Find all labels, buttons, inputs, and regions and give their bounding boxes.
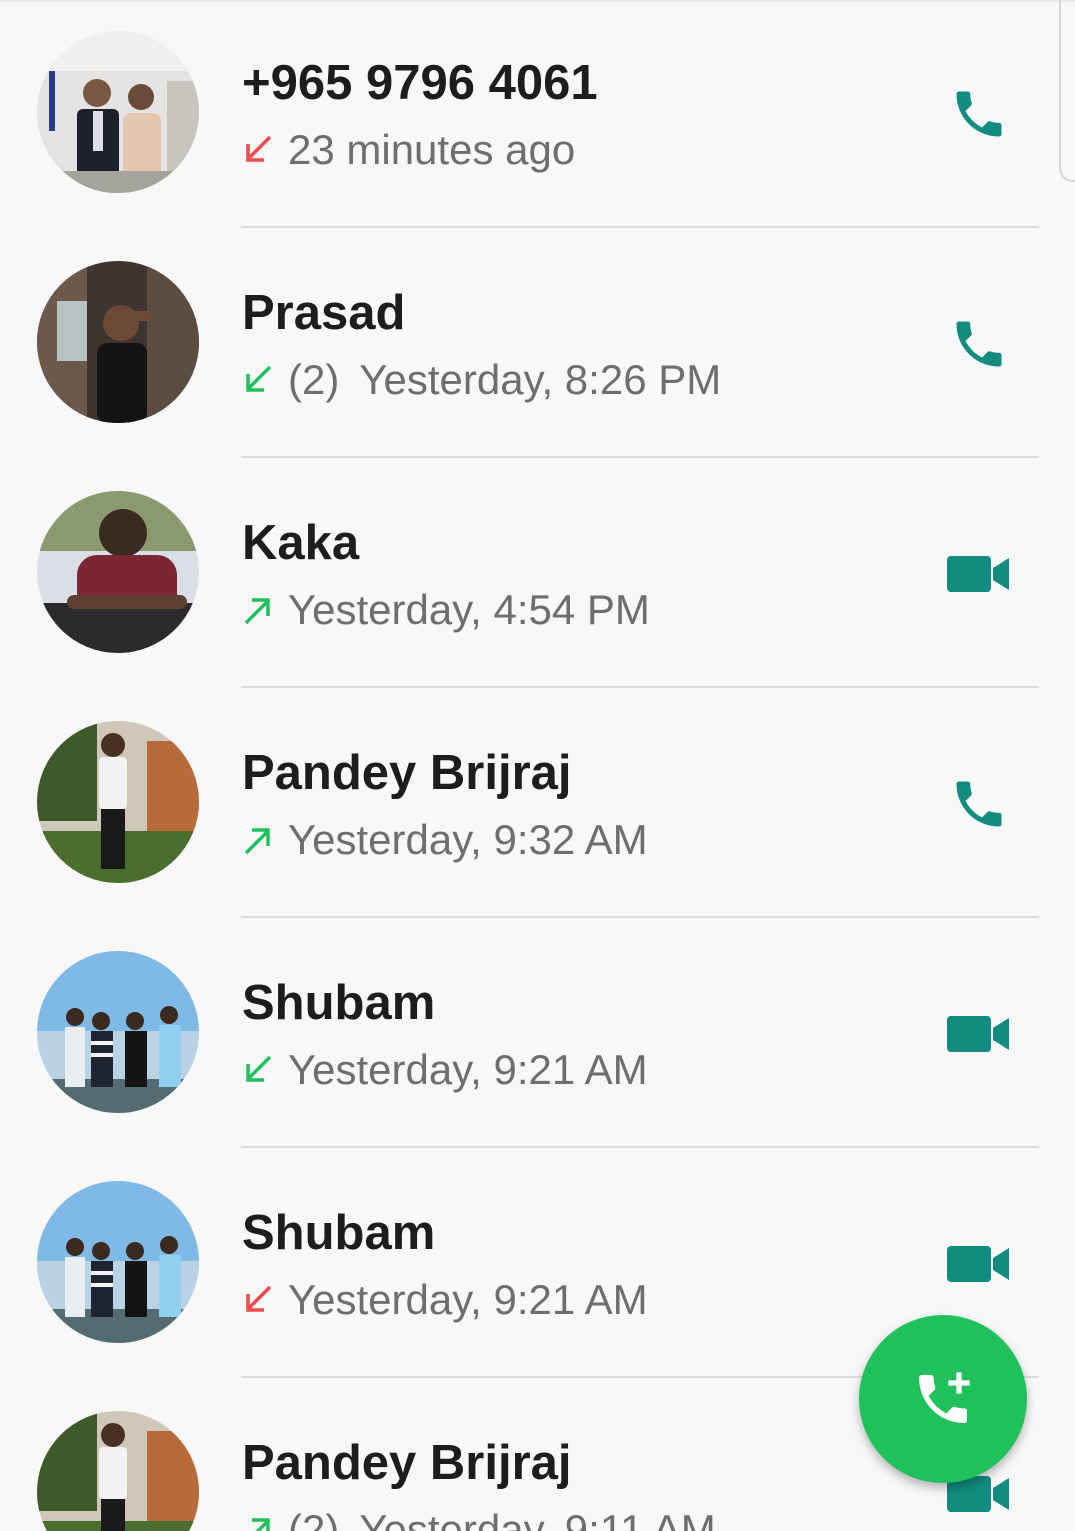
contact-name: Pandey Brijraj [242, 746, 572, 800]
call-details: Yesterday, 4:54 PM [240, 582, 650, 638]
contact-avatar[interactable] [37, 721, 199, 883]
phone-icon [956, 781, 1002, 827]
outgoing-arrow-up-right-icon [244, 828, 270, 855]
outgoing-arrow-up-right-icon [244, 598, 270, 625]
call-details: Yesterday, 9:21 AM [240, 1042, 648, 1098]
call-row[interactable]: Shubam Yesterday, 9:21 AM [0, 920, 1075, 1150]
outgoing-arrow-up-right-icon [252, 1518, 270, 1531]
call-time: Yesterday, 8:26 PM [359, 356, 722, 403]
call-details: 23 minutes ago [240, 122, 575, 178]
voice-call-button[interactable] [934, 72, 1024, 156]
contact-avatar[interactable] [37, 261, 199, 423]
row-divider [241, 686, 1039, 688]
contact-avatar[interactable] [37, 491, 199, 653]
received-arrow-down-left-icon [246, 365, 272, 392]
call-details: Yesterday, 9:32 AM [240, 812, 648, 868]
row-divider [241, 456, 1039, 458]
call-time: Yesterday, 9:21 AM [288, 1276, 648, 1323]
contact-avatar[interactable] [37, 1411, 199, 1531]
call-count: (2) [288, 356, 340, 403]
row-divider [241, 1146, 1039, 1148]
call-row[interactable]: Pandey Brijraj Yesterday, 9:32 AM [0, 690, 1075, 920]
call-count: (2) [288, 1506, 340, 1531]
new-call-icon [919, 1372, 970, 1423]
call-details: Yesterday, 9:21 AM [240, 1272, 648, 1328]
phone-icon [956, 321, 1002, 367]
missed-arrow-down-left-icon [246, 135, 272, 162]
video-call-button[interactable] [934, 532, 1024, 616]
call-time: Yesterday, 9:21 AM [288, 1046, 648, 1093]
row-divider [241, 916, 1039, 918]
call-details: (2) Yesterday, 8:26 PM [240, 352, 721, 408]
contact-name: Pandey Brijraj [242, 1436, 572, 1490]
call-row[interactable]: Prasad (2) Yesterday, 8:26 PM [0, 230, 1075, 460]
voice-call-button[interactable] [934, 762, 1024, 846]
contact-avatar[interactable] [37, 31, 199, 193]
call-row[interactable]: +965 9796 4061 23 minutes ago [0, 0, 1075, 230]
contact-avatar[interactable] [37, 951, 199, 1113]
phone-icon [956, 91, 1002, 137]
row-divider [241, 226, 1039, 228]
call-time: Yesterday, 4:54 PM [288, 586, 650, 633]
call-time: Yesterday, 9:32 AM [288, 816, 648, 863]
voice-call-button[interactable] [934, 302, 1024, 386]
video-camera-icon [947, 556, 1009, 592]
call-time: Yesterday, 9:11 AM [359, 1506, 716, 1531]
contact-name: Prasad [242, 286, 406, 340]
video-camera-icon [947, 1246, 1009, 1282]
contact-name: Shubam [242, 976, 436, 1030]
contact-name: Kaka [242, 516, 360, 570]
missed-arrow-down-left-icon [246, 1285, 272, 1312]
call-time: 23 minutes ago [288, 126, 576, 173]
video-call-button[interactable] [934, 1222, 1024, 1306]
video-camera-icon [947, 1016, 1009, 1052]
contact-name: +965 9796 4061 [242, 56, 598, 110]
contact-avatar[interactable] [37, 1181, 199, 1343]
call-details: (2) Yesterday, 9:11 AM [240, 1502, 716, 1531]
received-arrow-down-left-icon [246, 1055, 272, 1082]
call-row[interactable]: Kaka Yesterday, 4:54 PM [0, 460, 1075, 690]
video-call-button[interactable] [934, 992, 1024, 1076]
contact-name: Shubam [242, 1206, 436, 1260]
new-call-button[interactable] [859, 1315, 1027, 1483]
